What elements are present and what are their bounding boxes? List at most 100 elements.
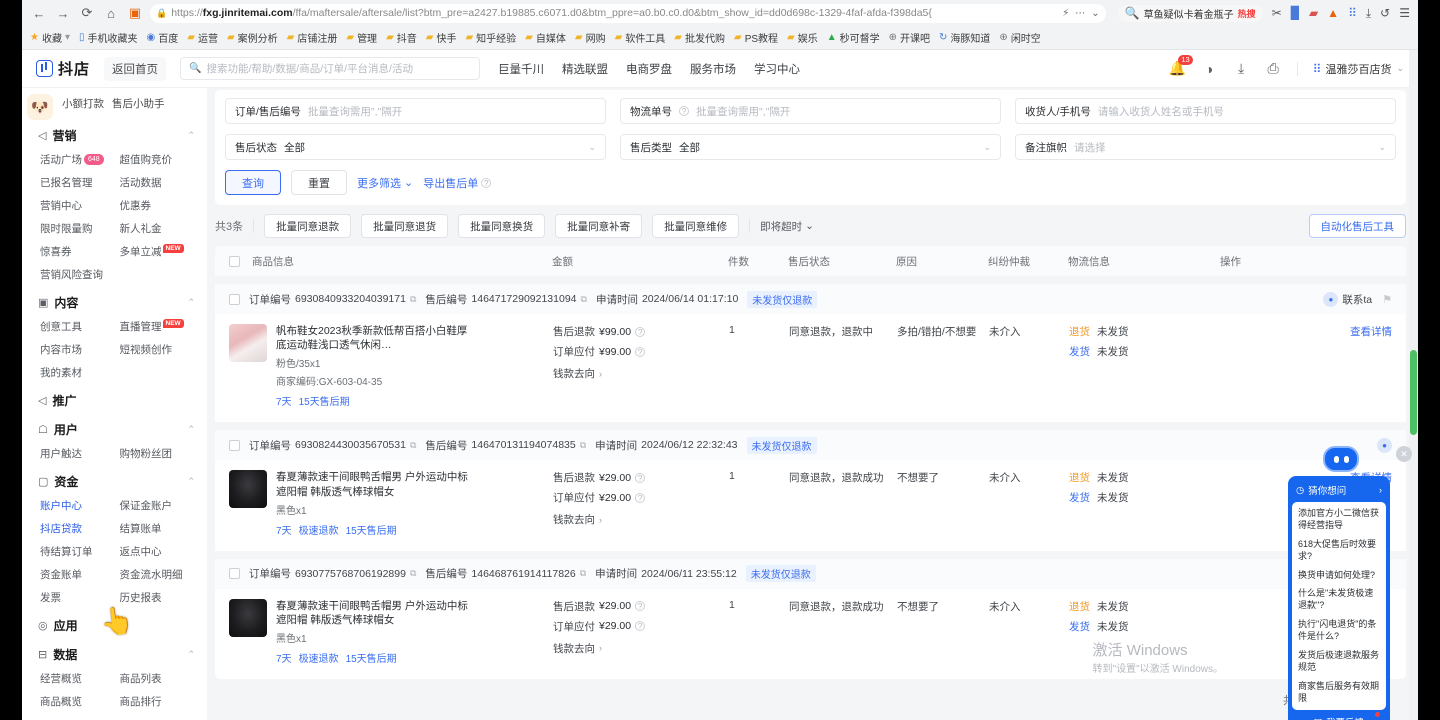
money-flow-link[interactable]: 钱款去向 xyxy=(553,641,595,656)
sidebar-item-content-market[interactable]: 内容市场 xyxy=(38,338,118,361)
help-icon[interactable]: ? xyxy=(679,106,689,116)
bookmark-item[interactable]: ▯手机收藏夹 xyxy=(79,30,138,45)
download-icon[interactable]: ⤓ xyxy=(1366,7,1371,19)
help-icon[interactable]: ? xyxy=(635,621,645,631)
bookmark-item[interactable]: ▰批发代购 xyxy=(674,30,725,45)
help-icon[interactable]: ? xyxy=(635,601,645,611)
sidebar-item-pending-settle[interactable]: 待结算订单 xyxy=(38,540,118,563)
assistant-robot-icon[interactable] xyxy=(1323,446,1359,472)
gamepad-icon[interactable]: ▰ xyxy=(1309,7,1318,19)
list-item[interactable]: 商家售后服务有效期限 xyxy=(1298,681,1380,705)
sidebar-section-promotion[interactable]: ◁ 推广 xyxy=(22,384,207,413)
sidebar-item-live-mgmt[interactable]: 直播管理NEW xyxy=(118,315,198,338)
fox-icon[interactable]: ▲ xyxy=(1327,7,1339,19)
batch-agree-resend-button[interactable]: 批量同意补寄 xyxy=(555,214,642,238)
help-icon[interactable]: ? xyxy=(635,493,645,503)
undo-icon[interactable]: ↺ xyxy=(1380,7,1390,19)
copy-icon[interactable]: ⧉ xyxy=(410,294,416,305)
bookmark-item[interactable]: ▰店铺注册 xyxy=(287,30,338,45)
nav-item-union[interactable]: 精选联盟 xyxy=(562,61,608,77)
copy-icon[interactable]: ⧉ xyxy=(580,568,586,579)
lightning-icon[interactable]: ⚡ xyxy=(1062,8,1069,19)
sidebar-item-loan[interactable]: 抖店贷款 xyxy=(38,517,118,540)
menu-icon[interactable]: ☰ xyxy=(1399,7,1410,19)
money-flow-link[interactable]: 钱款去向 xyxy=(553,512,595,527)
order-no-field[interactable]: 订单/售后编号 批量查询需用","隔开 xyxy=(225,98,606,124)
sidebar-item-enrolled[interactable]: 已报名管理 xyxy=(38,171,118,194)
app-logo[interactable]: 抖店 xyxy=(36,58,90,79)
bookmark-item[interactable]: ▰快手 xyxy=(426,30,457,45)
sidebar-item-value-bid[interactable]: 超值购竞价 xyxy=(118,148,198,171)
shop-selector[interactable]: ⠿ 温雅莎百店货 ⌄ xyxy=(1313,61,1404,77)
list-item[interactable]: 添加官方小二微信获得经营指导 xyxy=(1298,508,1380,532)
nav-item-learning[interactable]: 学习中心 xyxy=(754,61,800,77)
query-button[interactable]: 查询 xyxy=(225,170,281,195)
forward-icon[interactable]: → xyxy=(54,4,72,22)
bookmark-item[interactable]: ▰案例分析 xyxy=(227,30,278,45)
briefcase-icon[interactable]: ▣ xyxy=(126,4,144,22)
list-item[interactable]: 换货申请如何处理? xyxy=(1298,570,1380,582)
bookmark-item[interactable]: ▰PS教程 xyxy=(734,30,778,45)
select-all-checkbox[interactable] xyxy=(229,256,240,267)
product-thumbnail[interactable] xyxy=(229,599,267,637)
search-input[interactable] xyxy=(206,63,471,75)
row-checkbox[interactable] xyxy=(229,568,240,579)
help-icon[interactable]: ? xyxy=(635,473,645,483)
bookmark-item[interactable]: ▰软件工具 xyxy=(615,30,666,45)
chevron-right-icon[interactable]: › xyxy=(1379,485,1382,495)
copy-icon[interactable]: ⧉ xyxy=(410,568,416,579)
nav-item-qianchuan[interactable]: 巨量千川 xyxy=(498,61,544,77)
bookmark-item[interactable]: ★收藏▾ xyxy=(30,30,70,45)
bookmark-icon[interactable]: ▉ xyxy=(1291,7,1300,19)
copy-icon[interactable]: ⧉ xyxy=(410,440,416,451)
sidebar-section-marketing[interactable]: ◁ 营销 ⌃ xyxy=(22,119,207,148)
address-bar[interactable]: 🔒 https://fxg.jinritemai.com/ffa/mafters… xyxy=(150,4,1106,23)
nav-item-compass[interactable]: 电商罗盘 xyxy=(626,61,672,77)
global-search[interactable]: 🔍 xyxy=(180,57,480,80)
sidebar-item-user-reach[interactable]: 用户触达 xyxy=(38,442,118,465)
sidebar-item-creative-tools[interactable]: 创意工具 xyxy=(38,315,118,338)
sidebar-item-fund-bill[interactable]: 资金账单 xyxy=(38,563,118,586)
download-icon[interactable]: ⤓ xyxy=(1233,60,1250,77)
shop-icon[interactable]: ⎙ xyxy=(1265,60,1282,77)
chevron-down-icon[interactable]: ⌄ xyxy=(1091,8,1099,19)
more-filters-button[interactable]: 更多筛选 ⌄ xyxy=(357,175,413,191)
help-icon[interactable]: ? xyxy=(635,347,645,357)
sidebar-item-marketing-center[interactable]: 营销中心 xyxy=(38,194,118,217)
sidebar-item-biz-overview[interactable]: 经营概览 xyxy=(38,667,118,690)
contact-button[interactable]: ● 联系ta xyxy=(1323,292,1372,307)
sidebar-section-funds[interactable]: ▢ 资金 ⌃ xyxy=(22,465,207,494)
logistics-no-field[interactable]: 物流单号 ? 批量查询需用","隔开 xyxy=(620,98,1001,124)
sidebar-item-fund-flow[interactable]: 资金流水明细 xyxy=(118,563,198,586)
bookmark-item[interactable]: ▰管理 xyxy=(346,30,377,45)
batch-agree-exchange-button[interactable]: 批量同意换货 xyxy=(458,214,545,238)
copy-icon[interactable]: ⧉ xyxy=(580,440,586,451)
sidebar-item-surprise-coupon[interactable]: 惊喜券 xyxy=(38,240,118,263)
product-title[interactable]: 春夏薄款速干间眼鸭舌帽男 户外运动中标遮阳帽 韩版透气棒球帽女 xyxy=(276,470,476,498)
reload-icon[interactable]: ⟳ xyxy=(78,4,96,22)
more-icon[interactable]: ⋯ xyxy=(1075,8,1085,19)
sidebar-item-account-center[interactable]: 账户中心 xyxy=(38,494,118,517)
sidebar-item-coupon[interactable]: 优惠券 xyxy=(118,194,198,217)
feedback-button[interactable]: ✉ 我要反馈 xyxy=(1292,710,1386,720)
batch-agree-refund-button[interactable]: 批量同意退款 xyxy=(264,214,351,238)
sidebar-item-rebate-center[interactable]: 返点中心 xyxy=(118,540,198,563)
flag-icon[interactable]: ⚑ xyxy=(1382,293,1392,306)
sidebar-item-newcomer-gift[interactable]: 新人礼金 xyxy=(118,217,198,240)
batch-agree-repair-button[interactable]: 批量同意维修 xyxy=(652,214,739,238)
bell-icon[interactable]: 🔔 13 xyxy=(1169,60,1186,77)
list-item[interactable]: 什么是"未发货极速退款"? xyxy=(1298,588,1380,612)
bookmark-item[interactable]: ▰运营 xyxy=(187,30,218,45)
nav-item-market[interactable]: 服务市场 xyxy=(690,61,736,77)
sidebar-item-small-payment[interactable]: 小额打款 xyxy=(62,96,104,111)
view-detail-link[interactable]: 查看详情 xyxy=(1350,326,1392,338)
bookmark-item[interactable]: ▰娱乐 xyxy=(787,30,818,45)
bookmark-item[interactable]: ▰知乎经验 xyxy=(465,30,516,45)
list-item[interactable]: 发货后极速退款服务规范 xyxy=(1298,650,1380,674)
money-flow-link[interactable]: 钱款去向 xyxy=(553,366,595,381)
sidebar-item-product-rank[interactable]: 商品排行 xyxy=(118,690,198,713)
apps-grid-icon[interactable]: ⠿ xyxy=(1348,7,1357,19)
sidebar-item-flash-sale[interactable]: 限时限量购 xyxy=(38,217,118,240)
product-thumbnail[interactable] xyxy=(229,470,267,508)
list-item[interactable]: 执行"闪电退货"的条件是什么? xyxy=(1298,619,1380,643)
